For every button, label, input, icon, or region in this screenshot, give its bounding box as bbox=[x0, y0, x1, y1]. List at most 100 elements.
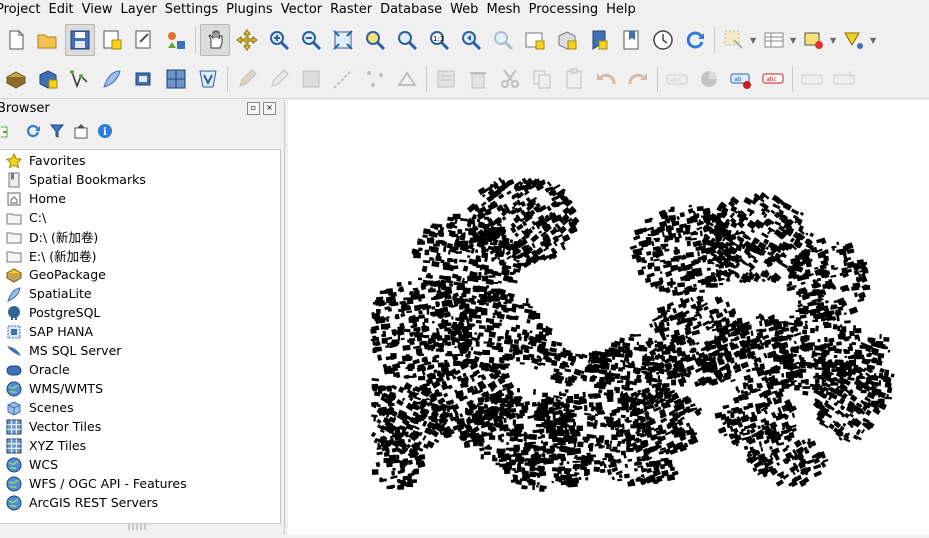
menu-web[interactable]: Web bbox=[446, 0, 482, 20]
add-geopackage-layer-icon[interactable] bbox=[1, 63, 31, 95]
undo-icon[interactable] bbox=[591, 63, 621, 95]
browser-item-label: E:\ (新加卷) bbox=[29, 249, 97, 264]
browser-item-oracle[interactable]: Oracle bbox=[5, 360, 70, 379]
add-shape-icon[interactable] bbox=[839, 24, 869, 56]
zoom-to-layer-icon[interactable] bbox=[392, 24, 422, 56]
current-edits-icon[interactable] bbox=[232, 63, 262, 95]
browser-item-c[interactable]: C:\ bbox=[5, 208, 46, 227]
zoom-last-icon[interactable] bbox=[456, 24, 486, 56]
show-bookmarks-icon[interactable] bbox=[616, 24, 646, 56]
browser-item-spatialite[interactable]: SpatiaLite bbox=[5, 284, 92, 303]
menu-view[interactable]: View bbox=[78, 0, 117, 20]
properties-icon[interactable]: i bbox=[96, 122, 114, 140]
redo-icon[interactable] bbox=[623, 63, 653, 95]
show-hide-labels-icon[interactable] bbox=[797, 63, 827, 95]
move-label-icon[interactable] bbox=[829, 63, 859, 95]
close-panel-icon[interactable]: × bbox=[263, 102, 276, 115]
zoom-out-icon[interactable] bbox=[296, 24, 326, 56]
zoom-to-selection-icon[interactable] bbox=[360, 24, 390, 56]
add-selected-layers-icon[interactable] bbox=[0, 122, 18, 140]
browser-item-vector-tiles[interactable]: Vector Tiles bbox=[5, 417, 101, 436]
browser-item-label: WFS / OGC API - Features bbox=[29, 476, 187, 491]
new-project-icon[interactable] bbox=[1, 24, 31, 56]
filter-browser-icon[interactable] bbox=[48, 122, 66, 140]
zoom-native-icon[interactable]: 1:1 bbox=[424, 24, 454, 56]
browser-tree[interactable]: Favorites Spatial Bookmarks Home C:\ D:\ (新加… bbox=[0, 149, 281, 524]
save-project-icon[interactable] bbox=[65, 24, 95, 56]
browser-item-postgresql[interactable]: PostgreSQL bbox=[5, 303, 100, 322]
browser-item-wms-wmts[interactable]: WMS/WMTS bbox=[5, 379, 103, 398]
browser-item-e[interactable]: E:\ (新加卷) bbox=[5, 246, 97, 265]
add-wms-layer-icon[interactable] bbox=[193, 63, 223, 95]
temporal-controller-icon[interactable] bbox=[648, 24, 678, 56]
menu-edit[interactable]: Edit bbox=[44, 0, 77, 20]
browser-item-spatial-bookmarks[interactable]: Spatial Bookmarks bbox=[5, 170, 146, 189]
toggle-editing-icon[interactable] bbox=[264, 63, 294, 95]
add-vector-layer-icon[interactable] bbox=[65, 63, 95, 95]
add-sap-hana-layer-icon[interactable] bbox=[129, 63, 159, 95]
browser-item-d[interactable]: D:\ (新加卷) bbox=[5, 227, 98, 246]
collapse-all-icon[interactable] bbox=[72, 122, 90, 140]
browser-item-scenes[interactable]: Scenes bbox=[5, 398, 74, 417]
copy-features-icon[interactable] bbox=[527, 63, 557, 95]
add-postgis-layer-icon[interactable] bbox=[33, 63, 63, 95]
menu-project[interactable]: Project bbox=[0, 0, 44, 20]
add-part-icon[interactable] bbox=[392, 63, 422, 95]
menu-mesh[interactable]: Mesh bbox=[482, 0, 524, 20]
browser-item-ms-sql-server[interactable]: MS SQL Server bbox=[5, 341, 121, 360]
browser-toolbar: i bbox=[0, 122, 114, 140]
attribute-form-icon[interactable] bbox=[431, 63, 461, 95]
pin-label-icon[interactable]: abc bbox=[758, 63, 788, 95]
menu-settings[interactable]: Settings bbox=[161, 0, 222, 20]
new-bookmark-icon[interactable] bbox=[584, 24, 614, 56]
pan-icon[interactable] bbox=[200, 24, 230, 56]
save-edits-icon[interactable] bbox=[296, 63, 326, 95]
vertex-tool-icon[interactable] bbox=[360, 63, 390, 95]
menu-processing[interactable]: Processing bbox=[525, 0, 602, 20]
refresh-icon[interactable] bbox=[680, 24, 710, 56]
new-3d-map-view-icon[interactable] bbox=[552, 24, 582, 56]
map-canvas[interactable] bbox=[288, 100, 929, 535]
browser-item-favorites[interactable]: Favorites bbox=[5, 151, 85, 170]
diagram-icon[interactable] bbox=[694, 63, 724, 95]
grid-icon bbox=[5, 437, 22, 454]
label-icon[interactable]: abc bbox=[662, 63, 692, 95]
panel-controls: ▫ × bbox=[247, 102, 276, 115]
digitize-icon[interactable] bbox=[328, 63, 358, 95]
style-manager-icon[interactable] bbox=[161, 24, 191, 56]
float-panel-icon[interactable]: ▫ bbox=[247, 102, 260, 115]
panel-resize-grip[interactable] bbox=[128, 524, 146, 530]
browser-item-xyz-tiles[interactable]: XYZ Tiles bbox=[5, 436, 86, 455]
attribute-table-icon[interactable] bbox=[759, 24, 789, 56]
add-spatialite-layer-icon[interactable] bbox=[97, 63, 127, 95]
browser-item-wfs-ogc-api-features[interactable]: WFS / OGC API - Features bbox=[5, 474, 187, 493]
zoom-next-icon[interactable] bbox=[488, 24, 518, 56]
browser-item-geopackage[interactable]: GeoPackage bbox=[5, 265, 106, 284]
menu-help[interactable]: Help bbox=[602, 0, 640, 20]
deselect-icon[interactable] bbox=[799, 24, 829, 56]
highlight-label-icon[interactable]: ab bbox=[726, 63, 756, 95]
menu-database[interactable]: Database bbox=[376, 0, 446, 20]
browser-item-wcs[interactable]: WCS bbox=[5, 455, 58, 474]
browser-item-sap-hana[interactable]: SAP HANA bbox=[5, 322, 93, 341]
refresh-browser-icon[interactable] bbox=[24, 122, 42, 140]
pan-to-selection-icon[interactable] bbox=[232, 24, 262, 56]
menu-layer[interactable]: Layer bbox=[117, 0, 161, 20]
delete-selected-icon[interactable] bbox=[463, 63, 493, 95]
select-features-icon[interactable] bbox=[719, 24, 749, 56]
add-raster-layer-icon[interactable] bbox=[161, 63, 191, 95]
zoom-full-icon[interactable] bbox=[328, 24, 358, 56]
new-print-layout-icon[interactable] bbox=[97, 24, 127, 56]
browser-item-label: Vector Tiles bbox=[29, 419, 102, 434]
open-project-icon[interactable] bbox=[33, 24, 63, 56]
browser-item-home[interactable]: Home bbox=[5, 189, 66, 208]
layout-manager-icon[interactable] bbox=[129, 24, 159, 56]
menu-vector[interactable]: Vector bbox=[277, 0, 326, 20]
new-map-view-icon[interactable] bbox=[520, 24, 550, 56]
zoom-in-icon[interactable] bbox=[264, 24, 294, 56]
menu-raster[interactable]: Raster bbox=[326, 0, 376, 20]
cut-features-icon[interactable] bbox=[495, 63, 525, 95]
menu-plugins[interactable]: Plugins bbox=[222, 0, 277, 20]
browser-item-arcgis-rest-servers[interactable]: ArcGIS REST Servers bbox=[5, 493, 158, 512]
paste-features-icon[interactable] bbox=[559, 63, 589, 95]
